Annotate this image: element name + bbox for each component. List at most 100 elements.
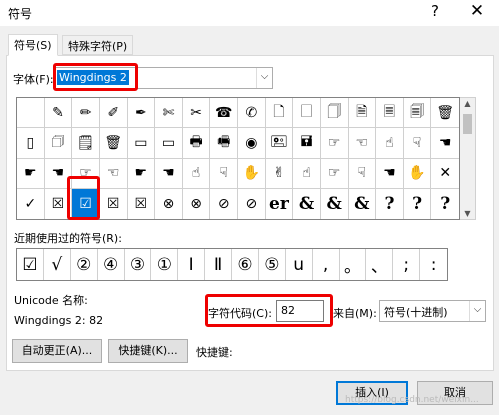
symbol-cell[interactable]: ▭ — [155, 128, 183, 159]
shortcut-key-label: 快捷键: — [196, 346, 233, 359]
close-button[interactable]: ✕ — [466, 1, 488, 21]
recent-symbol-cell[interactable]: ☑ — [17, 249, 44, 280]
symbol-cell[interactable]: ☝ — [376, 128, 404, 159]
symbol-cell[interactable]: ▯ — [17, 128, 45, 159]
symbol-cell[interactable]: ✐ — [99, 98, 128, 129]
symbol-cell[interactable]: ☛ — [127, 158, 156, 189]
symbol-cell[interactable]: ✋ — [238, 158, 266, 189]
symbol-cell[interactable]: ☝ — [293, 158, 321, 189]
scroll-down-icon[interactable]: ▼ — [460, 209, 475, 218]
symbol-cell[interactable]: & — [321, 188, 349, 219]
symbol-cell[interactable]: 🗇 — [44, 128, 73, 159]
symbol-cell[interactable]: 🗐 — [403, 98, 432, 129]
symbol-cell[interactable]: ✌ — [265, 158, 294, 189]
recent-symbol-cell[interactable]: ① — [151, 249, 179, 280]
symbol-cell[interactable]: ☚ — [431, 128, 459, 159]
symbol-cell[interactable]: ☎ — [210, 98, 238, 129]
symbol-cell[interactable]: ⊗ — [183, 188, 211, 219]
symbol-cell[interactable]: ✋ — [403, 158, 432, 189]
symbol-cell[interactable]: ⊘ — [238, 188, 266, 219]
symbol-grid-scrollbar[interactable]: ▲ ▼ — [460, 97, 476, 220]
symbol-cell[interactable]: ☞ — [320, 128, 349, 159]
symbol-cell[interactable]: ? — [404, 188, 432, 219]
symbol-cell[interactable]: 🗑 — [431, 98, 459, 129]
recent-symbol-cell[interactable]: , — [313, 249, 340, 280]
symbol-cell[interactable]: er — [266, 188, 294, 219]
symbol-cell[interactable]: ✓ — [17, 188, 45, 219]
symbol-cell[interactable]: 🖶 — [182, 128, 211, 159]
symbol-cell[interactable]: ☛ — [17, 158, 45, 189]
symbol-cell[interactable]: ☟ — [348, 158, 377, 189]
recent-symbol-cell[interactable]: ⑤ — [259, 249, 286, 280]
help-button[interactable]: ? — [425, 2, 445, 20]
symbol-cell[interactable]: 🗎 — [348, 98, 377, 129]
symbol-cell[interactable]: & — [349, 188, 377, 219]
recent-symbol-cell[interactable]: ③ — [125, 249, 152, 280]
symbol-cell[interactable]: 🗑 — [99, 128, 128, 159]
symbol-cell[interactable]: 🖬 — [293, 128, 321, 159]
symbol-cell[interactable]: & — [293, 188, 321, 219]
symbol-cell[interactable] — [17, 98, 45, 129]
recent-symbol-cell[interactable]: ; — [393, 249, 421, 280]
symbol-cell[interactable]: ⊘ — [210, 188, 238, 219]
chevron-down-icon[interactable]: ⌵ — [469, 301, 485, 321]
recent-symbol-cell[interactable]: ② — [71, 249, 98, 280]
symbol-cell[interactable]: ☜ — [99, 158, 128, 189]
from-dropdown-value: 符号(十进制) — [384, 306, 448, 319]
recent-symbol-cell[interactable]: ④ — [98, 249, 125, 280]
symbol-cell[interactable]: 🖷 — [210, 128, 238, 159]
recent-symbol-cell[interactable]: Ⅰ — [178, 249, 206, 280]
title-bar: 符号 ? ✕ — [0, 0, 499, 26]
symbol-cell[interactable]: ☝ — [182, 158, 211, 189]
recent-symbol-cell[interactable]: : — [420, 249, 447, 280]
symbol-cell[interactable]: ✎ — [44, 98, 73, 129]
from-label: 来自(M): — [333, 307, 377, 320]
tab-special-characters[interactable]: 特殊字符(P) — [62, 35, 134, 55]
symbol-cell[interactable]: ? — [431, 189, 459, 219]
symbol-cell[interactable]: ✄ — [155, 98, 183, 129]
recent-symbols-label: 近期使用过的符号(R): — [14, 232, 122, 245]
symbol-cell[interactable]: ☞ — [320, 158, 349, 189]
recent-symbol-cell[interactable]: 。 — [340, 249, 367, 280]
recent-symbol-cell[interactable]: √ — [44, 249, 71, 280]
from-dropdown[interactable]: 符号(十进制) ⌵ — [379, 300, 486, 322]
autocorrect-button[interactable]: 自动更正(A)... — [12, 339, 102, 363]
scroll-up-icon[interactable]: ▲ — [460, 99, 475, 108]
symbol-cell[interactable]: ✕ — [431, 159, 459, 189]
recent-symbol-cell[interactable]: ⑥ — [232, 249, 259, 280]
recent-symbols-grid[interactable]: ☑ √ ② ④ ③ ① Ⅰ Ⅱ ⑥ ⑤ u,。、;: — [16, 248, 448, 281]
symbol-cell[interactable]: 🗒 — [72, 128, 100, 159]
symbol-cell[interactable]: ▭ — [127, 128, 156, 159]
scrollbar-thumb[interactable] — [463, 114, 472, 134]
symbol-cell[interactable]: ☒ — [100, 188, 128, 219]
symbol-cell[interactable]: ? — [376, 188, 404, 219]
dialog-title: 符号 — [8, 7, 33, 21]
symbol-cell[interactable]: 🗏 — [376, 98, 404, 129]
symbol-cell[interactable]: ☚ — [376, 158, 404, 189]
symbol-cell[interactable]: 🖭 — [265, 128, 294, 159]
shortcut-key-button[interactable]: 快捷键(K)... — [108, 339, 188, 363]
character-name: Wingdings 2: 82 — [14, 314, 104, 327]
symbol-cell[interactable]: ✒ — [127, 98, 156, 129]
symbol-cell[interactable]: 🗌 — [293, 98, 321, 129]
symbol-cell[interactable]: ☟ — [210, 158, 238, 189]
symbol-cell[interactable]: ☜ — [348, 128, 377, 159]
symbol-cell[interactable]: ✂ — [182, 98, 211, 129]
symbol-cell[interactable]: ☒ — [128, 188, 156, 219]
symbol-cell[interactable]: ⊗ — [155, 188, 183, 219]
recent-symbol-cell[interactable]: Ⅱ — [205, 249, 232, 280]
recent-symbol-cell[interactable]: 、 — [366, 249, 394, 280]
symbol-cell[interactable]: ☟ — [403, 128, 432, 159]
symbol-cell[interactable]: 🗋 — [265, 98, 294, 129]
chevron-down-icon[interactable]: ⌵ — [256, 68, 272, 88]
symbol-cell[interactable]: ☚ — [155, 158, 183, 189]
symbol-cell[interactable]: ◉ — [238, 128, 266, 159]
symbol-cell[interactable]: ✏ — [72, 98, 100, 129]
unicode-name-label: Unicode 名称: — [14, 294, 88, 307]
symbol-cell[interactable]: ✆ — [238, 98, 266, 129]
recent-symbol-cell[interactable]: u — [286, 249, 313, 280]
tab-symbols[interactable]: 符号(S) — [8, 34, 58, 56]
font-highlight-annotation — [53, 63, 138, 91]
font-label: 字体(F): — [13, 73, 54, 86]
symbol-cell[interactable]: 🗍 — [320, 98, 349, 129]
